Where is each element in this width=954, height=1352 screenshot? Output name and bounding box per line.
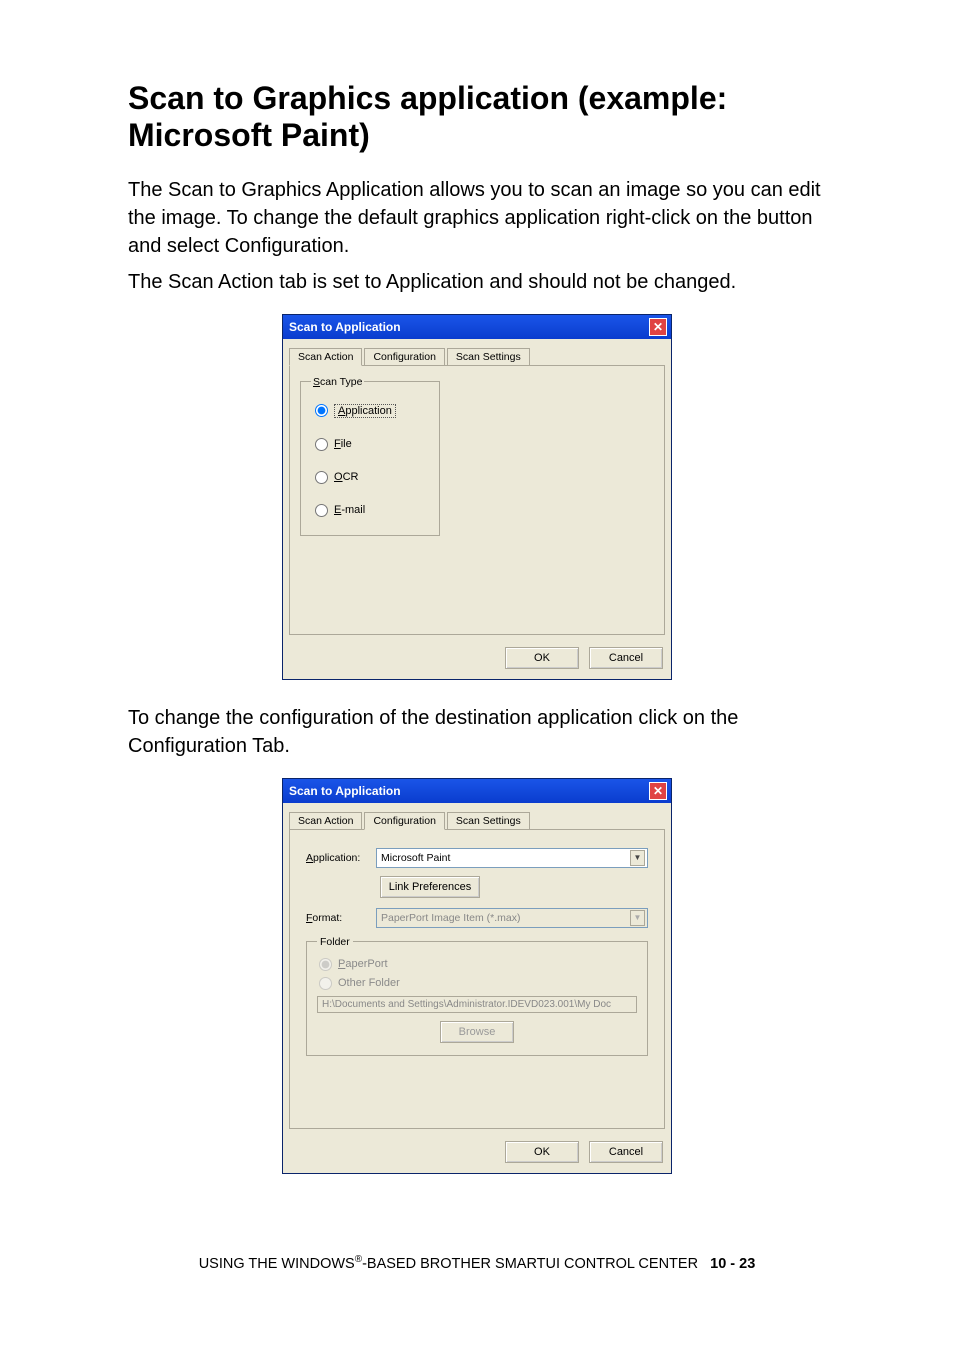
radio-ocr[interactable] <box>315 471 328 484</box>
chevron-down-icon: ▼ <box>630 910 645 926</box>
scan-type-legend: Scan Type <box>311 376 364 388</box>
radio-file-label: File <box>334 438 352 450</box>
format-select: PaperPort Image Item (*.max) ▼ <box>376 908 648 928</box>
application-select[interactable]: Microsoft Paint ▼ <box>376 848 648 868</box>
tab-panel-configuration: Application: Microsoft Paint ▼ Link Pref… <box>289 829 665 1129</box>
tab-scan-action[interactable]: Scan Action <box>289 348 362 366</box>
intro-paragraph-2: The Scan Action tab is set to Applicatio… <box>128 268 826 296</box>
scan-type-group: Scan Type Application File OCR E-mail <box>300 376 440 536</box>
dialog-configuration: Scan to Application ✕ Scan Action Config… <box>282 778 672 1174</box>
cancel-button[interactable]: Cancel <box>589 647 663 669</box>
page-footer: USING THE WINDOWS®-BASED BROTHER SMARTUI… <box>128 1254 826 1272</box>
intro-paragraph-1: The Scan to Graphics Application allows … <box>128 176 826 260</box>
radio-other-folder-label: Other Folder <box>338 977 400 989</box>
browse-button: Browse <box>440 1021 514 1043</box>
intro-paragraph-3: To change the configuration of the desti… <box>128 704 826 760</box>
close-icon[interactable]: ✕ <box>649 782 667 800</box>
chevron-down-icon: ▼ <box>630 850 645 866</box>
ok-button[interactable]: OK <box>505 647 579 669</box>
radio-paperport-label: PaperPort <box>338 958 388 970</box>
dialog-scan-action: Scan to Application ✕ Scan Action Config… <box>282 314 672 680</box>
folder-path-field: H:\Documents and Settings\Administrator.… <box>317 996 637 1013</box>
radio-email-label: E-mail <box>334 504 365 516</box>
tab-scan-action[interactable]: Scan Action <box>289 812 362 830</box>
footer-prefix: USING THE WINDOWS <box>199 1255 355 1271</box>
format-value: PaperPort Image Item (*.max) <box>381 912 520 924</box>
titlebar: Scan to Application ✕ <box>283 315 671 339</box>
radio-application[interactable] <box>315 404 328 417</box>
registered-icon: ® <box>355 1254 362 1265</box>
tab-configuration[interactable]: Configuration <box>364 812 444 830</box>
format-label: Format: <box>306 912 366 924</box>
application-value: Microsoft Paint <box>381 852 450 864</box>
tab-scan-settings[interactable]: Scan Settings <box>447 812 530 830</box>
titlebar: Scan to Application ✕ <box>283 779 671 803</box>
close-icon[interactable]: ✕ <box>649 318 667 336</box>
page-number: 10 - 23 <box>710 1255 755 1271</box>
radio-paperport <box>319 958 332 971</box>
tab-panel-scan-action: Scan Type Application File OCR E-mail <box>289 365 665 635</box>
radio-ocr-label: OCR <box>334 471 358 483</box>
link-preferences-button[interactable]: Link Preferences <box>380 876 480 898</box>
folder-group: Folder PaperPort Other Folder H:\Documen… <box>306 936 648 1056</box>
radio-file[interactable] <box>315 438 328 451</box>
footer-suffix: -BASED BROTHER SMARTUI CONTROL CENTER <box>362 1255 698 1271</box>
tab-strip: Scan Action Configuration Scan Settings <box>289 811 665 829</box>
radio-email[interactable] <box>315 504 328 517</box>
dialog-title: Scan to Application <box>289 784 401 798</box>
tab-configuration[interactable]: Configuration <box>364 348 444 366</box>
dialog-title: Scan to Application <box>289 320 401 334</box>
tab-strip: Scan Action Configuration Scan Settings <box>289 347 665 365</box>
folder-legend: Folder <box>317 936 353 948</box>
tab-scan-settings[interactable]: Scan Settings <box>447 348 530 366</box>
application-label: Application: <box>306 852 366 864</box>
cancel-button[interactable]: Cancel <box>589 1141 663 1163</box>
ok-button[interactable]: OK <box>505 1141 579 1163</box>
radio-other-folder <box>319 977 332 990</box>
radio-application-label: Application <box>334 404 396 418</box>
page-heading: Scan to Graphics application (example: M… <box>128 80 826 154</box>
